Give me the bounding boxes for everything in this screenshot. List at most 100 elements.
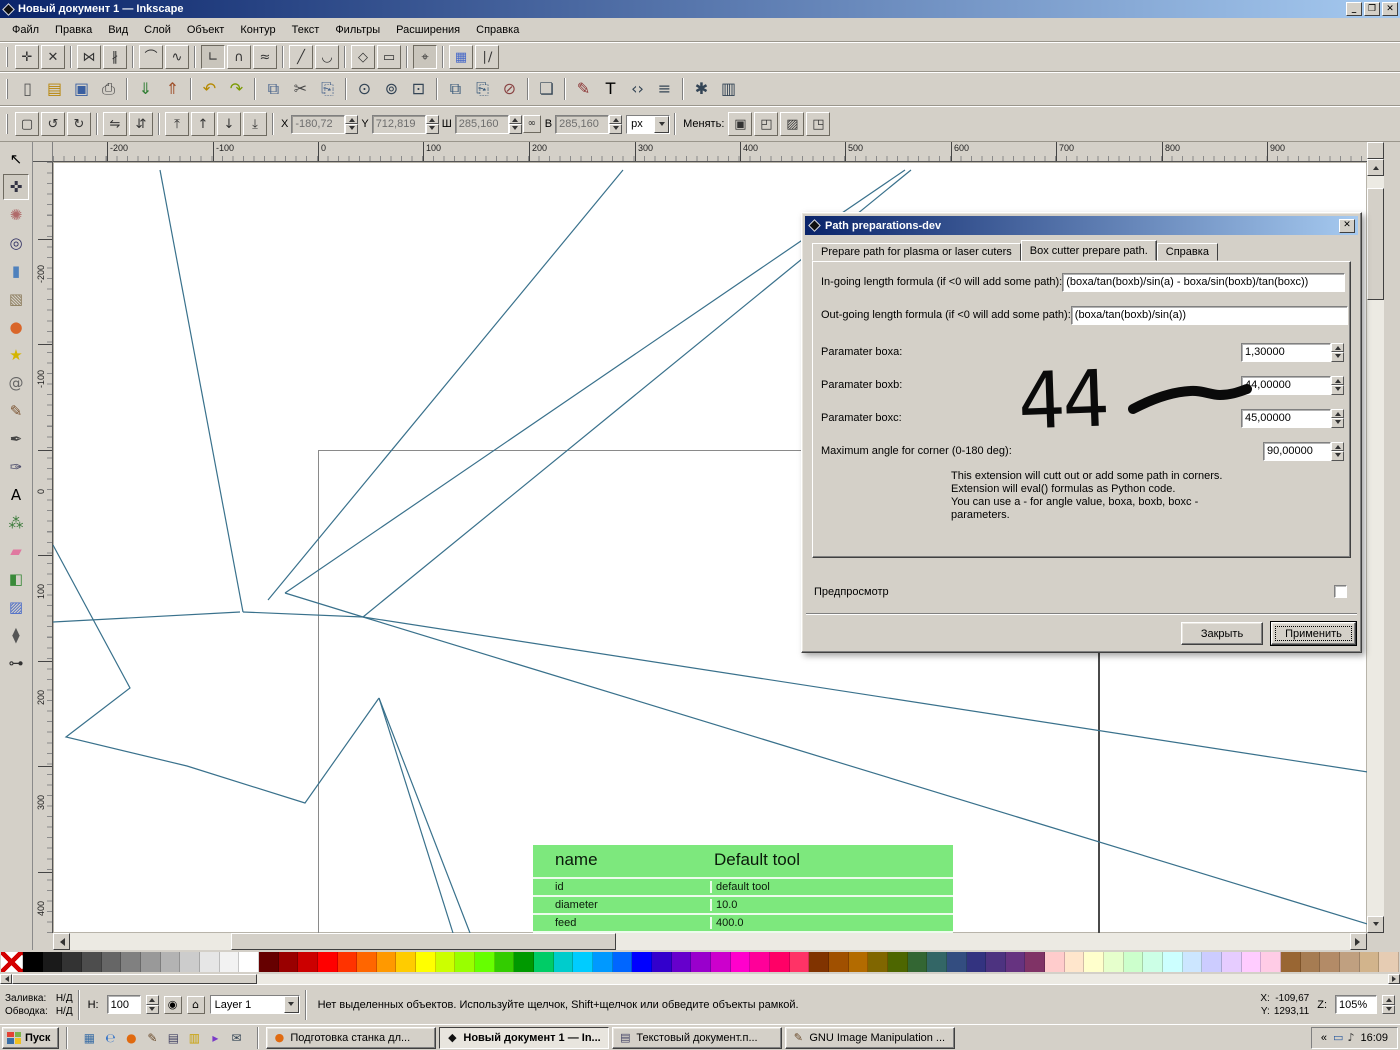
gradient-tool[interactable]: ▨ <box>3 594 29 620</box>
color-swatch[interactable] <box>180 952 200 972</box>
color-swatch[interactable] <box>219 952 240 972</box>
toolbar-drag-handle[interactable] <box>6 47 10 67</box>
layer-lock-icon[interactable]: ⌂ <box>186 995 205 1014</box>
x-spinner[interactable] <box>345 114 359 134</box>
color-swatch[interactable] <box>534 952 554 972</box>
delete-segment-icon[interactable]: ∿ <box>165 45 189 69</box>
eraser-tool[interactable]: ▰ <box>3 538 29 564</box>
start-button[interactable]: Пуск <box>2 1026 60 1049</box>
quicklaunch-media-player[interactable]: ▸ <box>205 1028 225 1048</box>
ingoing-formula-input[interactable]: (boxa/tan(boxb)/sin(a) - boxa/sin(boxb)/… <box>1062 272 1346 292</box>
vertical-scrollbar[interactable] <box>1367 142 1384 933</box>
width-input[interactable]: 285,160 <box>454 114 509 134</box>
delete-node-icon[interactable]: ✕ <box>41 45 65 69</box>
spin-up-icon[interactable] <box>425 114 439 124</box>
affect-stroke-icon[interactable]: ▣ <box>728 112 753 136</box>
color-swatch[interactable] <box>986 952 1006 972</box>
palette-scroll-thumb[interactable] <box>12 974 257 984</box>
scroll-down-icon[interactable] <box>1367 916 1384 933</box>
pen-tool[interactable]: ✒ <box>3 426 29 452</box>
units-dropdown[interactable]: px <box>626 114 671 134</box>
color-swatch[interactable] <box>1045 952 1065 972</box>
tab-help[interactable]: Справка <box>1156 243 1218 261</box>
group-icon[interactable]: ❏ <box>533 76 560 103</box>
spiral-tool[interactable]: @ <box>3 370 29 396</box>
color-swatch[interactable] <box>828 952 849 972</box>
color-swatch[interactable] <box>868 952 888 972</box>
connector-tool[interactable]: ⊶ <box>3 650 29 676</box>
color-swatch[interactable] <box>475 952 495 972</box>
spin-down-icon[interactable] <box>508 124 522 134</box>
color-swatch[interactable] <box>121 952 141 972</box>
raise-to-top-icon[interactable]: ⤒ <box>165 112 189 136</box>
tweak-tool[interactable]: ✺ <box>3 202 29 228</box>
quicklaunch-firefox[interactable]: ● <box>121 1028 141 1048</box>
color-swatch[interactable] <box>298 952 318 972</box>
color-swatch[interactable] <box>337 952 358 972</box>
quicklaunch-mail[interactable]: ✉ <box>226 1028 246 1048</box>
preview-checkbox[interactable] <box>1334 585 1347 598</box>
scroll-left-icon[interactable] <box>53 933 70 950</box>
color-swatch[interactable] <box>278 952 299 972</box>
menu-layer[interactable]: Слой <box>136 20 179 40</box>
affect-gradients-icon[interactable]: ▨ <box>780 112 805 136</box>
color-swatch[interactable] <box>258 952 279 972</box>
color-swatch[interactable] <box>514 952 535 972</box>
spin-up-icon[interactable] <box>1331 342 1344 352</box>
quicklaunch-explorer[interactable]: ▥ <box>184 1028 204 1048</box>
spin-up-icon[interactable] <box>1331 375 1344 385</box>
color-swatch[interactable] <box>750 952 770 972</box>
menu-object[interactable]: Объект <box>179 20 232 40</box>
display-icon[interactable]: ▭ <box>1333 1031 1343 1044</box>
unlink-clone-icon[interactable]: ⊘ <box>496 76 523 103</box>
spinner[interactable] <box>1331 375 1344 395</box>
opacity-input[interactable]: 100 <box>106 995 141 1014</box>
color-swatch[interactable] <box>1084 952 1105 972</box>
horizontal-ruler[interactable]: -200-10001002003004005006007008009001000 <box>53 142 1367 162</box>
spin-down-icon[interactable] <box>345 124 359 134</box>
spin-up-icon[interactable] <box>145 995 159 1005</box>
new-document-icon[interactable]: ▯ <box>14 76 41 103</box>
break-nodes-icon[interactable]: ∦ <box>103 45 127 69</box>
zoom-input[interactable]: 105% <box>1335 995 1377 1014</box>
restore-button[interactable]: ❐ <box>1364 2 1380 16</box>
vertical-ruler[interactable]: -200 -100 0 100 200 300 400 <box>33 162 53 933</box>
color-swatch[interactable] <box>671 952 692 972</box>
color-swatch[interactable] <box>1163 952 1183 972</box>
scrollbar-extra-button[interactable] <box>1367 142 1384 159</box>
rectangle-tool[interactable]: ▮ <box>3 258 29 284</box>
spinner[interactable] <box>1331 342 1344 362</box>
spin-up-icon[interactable] <box>345 114 359 124</box>
color-swatch[interactable] <box>455 952 476 972</box>
spin-up-icon[interactable] <box>1331 441 1344 451</box>
color-swatch[interactable] <box>357 952 377 972</box>
import-icon[interactable]: ⇓ <box>132 76 159 103</box>
text-dialog-icon[interactable]: T <box>597 76 624 103</box>
color-swatch[interactable] <box>789 952 810 972</box>
spin-up-icon[interactable] <box>1382 995 1395 1005</box>
tray-chevron-icon[interactable]: « <box>1321 1032 1327 1044</box>
lower-to-bottom-icon[interactable]: ⤓ <box>243 112 267 136</box>
color-swatch[interactable] <box>1261 952 1281 972</box>
paste-icon[interactable]: ⎘ <box>314 76 341 103</box>
color-swatch[interactable] <box>691 952 711 972</box>
star-tool[interactable]: ★ <box>3 342 29 368</box>
menu-path[interactable]: Контур <box>232 20 283 40</box>
quicklaunch-text-editor[interactable]: ▤ <box>163 1028 183 1048</box>
chevron-down-icon[interactable] <box>654 115 670 133</box>
palette-scroll-right-icon[interactable] <box>1388 974 1400 984</box>
boxc-input[interactable]: 45,00000 <box>1241 408 1331 428</box>
node-corner-icon[interactable]: ∟ <box>201 45 225 69</box>
spin-up-icon[interactable] <box>508 114 522 124</box>
menu-filters[interactable]: Фильтры <box>327 20 388 40</box>
lower-icon[interactable]: ↓ <box>217 112 241 136</box>
quicklaunch-show-desktop[interactable]: ▦ <box>79 1028 99 1048</box>
selector-tool[interactable]: ↖ <box>3 146 29 172</box>
fill-stroke-dialog-icon[interactable]: ✎ <box>570 76 597 103</box>
color-swatch[interactable] <box>81 952 102 972</box>
color-swatch[interactable] <box>848 952 869 972</box>
color-swatch[interactable] <box>1202 952 1223 972</box>
color-swatch[interactable] <box>593 952 613 972</box>
color-swatch[interactable] <box>1104 952 1124 972</box>
node-smooth-icon[interactable]: ∩ <box>227 45 251 69</box>
